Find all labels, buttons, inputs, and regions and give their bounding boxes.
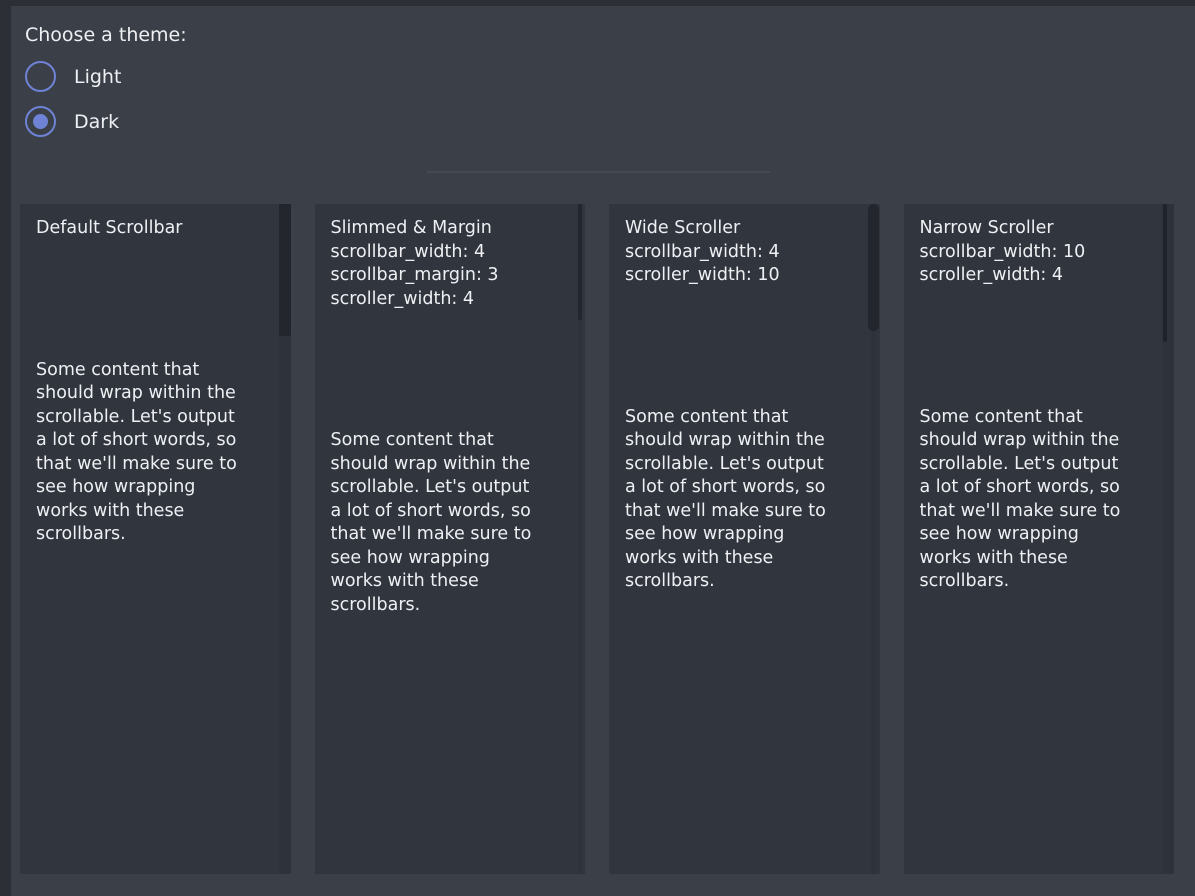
text-line: scrollbars. bbox=[331, 594, 558, 618]
text-line: scroller_width: 4 bbox=[331, 288, 558, 312]
text-line: should wrap within the bbox=[920, 429, 1147, 453]
panel-title: Wide Scroller bbox=[625, 217, 852, 241]
panel-content: Some content thatshould wrap within thes… bbox=[36, 359, 263, 547]
text-line: Some content that bbox=[36, 359, 263, 383]
panel-title: Slimmed & Margin bbox=[331, 217, 558, 241]
panel-spacer bbox=[36, 241, 263, 359]
panel-title: Narrow Scroller bbox=[920, 217, 1147, 241]
text-line: Some content that bbox=[331, 429, 558, 453]
panel-narrow-scroller: Narrow Scroller scrollbar_width: 10scrol… bbox=[904, 204, 1175, 874]
radio-dark-selected-dot bbox=[33, 114, 48, 129]
radio-option-light[interactable]: Light bbox=[25, 61, 121, 92]
text-line: scrollbars. bbox=[920, 570, 1147, 594]
text-line: should wrap within the bbox=[36, 382, 263, 406]
panel-content: Some content thatshould wrap within thes… bbox=[625, 406, 852, 594]
text-line: scrollbar_width: 4 bbox=[625, 241, 852, 265]
app-window: Choose a theme: Light Dark Default Scrol… bbox=[11, 6, 1195, 896]
panel-spacer bbox=[331, 311, 558, 429]
panel-content: Some content thatshould wrap within thes… bbox=[331, 429, 558, 617]
text-line: that we'll make sure to bbox=[36, 453, 263, 477]
text-line: works with these bbox=[36, 500, 263, 524]
panel-slimmed-margin: Slimmed & Margin scrollbar_width: 4scrol… bbox=[315, 204, 586, 874]
text-line: a lot of short words, so bbox=[36, 429, 263, 453]
text-line: works with these bbox=[331, 570, 558, 594]
text-line: scrollbars. bbox=[625, 570, 852, 594]
panel-content: Some content thatshould wrap within thes… bbox=[920, 406, 1147, 594]
text-line: scroller_width: 10 bbox=[625, 264, 852, 288]
text-line: see how wrapping bbox=[625, 523, 852, 547]
panel-spacer bbox=[625, 288, 852, 406]
panel-params: scrollbar_width: 4scrollbar_margin: 3scr… bbox=[331, 241, 558, 312]
radio-light-icon[interactable] bbox=[25, 61, 56, 92]
panel-default-scrollbar: Default Scrollbar Some content thatshoul… bbox=[20, 204, 291, 874]
window-frame: Choose a theme: Light Dark Default Scrol… bbox=[0, 0, 1195, 896]
text-line: works with these bbox=[920, 547, 1147, 571]
text-line: scrollbars. bbox=[36, 523, 263, 547]
text-line: a lot of short words, so bbox=[331, 500, 558, 524]
text-line: that we'll make sure to bbox=[331, 523, 558, 547]
theme-chooser: Choose a theme: Light Dark bbox=[11, 6, 1195, 137]
text-line: see how wrapping bbox=[36, 476, 263, 500]
text-line: a lot of short words, so bbox=[920, 476, 1147, 500]
text-line: Some content that bbox=[920, 406, 1147, 430]
text-line: scrollbar_width: 4 bbox=[331, 241, 558, 265]
text-line: scrollable. Let's output bbox=[920, 453, 1147, 477]
text-line: scrollable. Let's output bbox=[331, 476, 558, 500]
text-line: that we'll make sure to bbox=[625, 500, 852, 524]
text-line: scrollable. Let's output bbox=[36, 406, 263, 430]
panel-spacer bbox=[920, 288, 1147, 406]
radio-dark-icon[interactable] bbox=[25, 106, 56, 137]
radio-option-dark[interactable]: Dark bbox=[25, 106, 119, 137]
panel-params: scrollbar_width: 4scroller_width: 10 bbox=[625, 241, 852, 288]
text-line: should wrap within the bbox=[625, 429, 852, 453]
text-line: scrollbar_width: 10 bbox=[920, 241, 1147, 265]
scrollbar-thumb[interactable] bbox=[868, 204, 879, 331]
radio-dark-label: Dark bbox=[74, 111, 119, 133]
text-line: Some content that bbox=[625, 406, 852, 430]
text-line: scroller_width: 4 bbox=[920, 264, 1147, 288]
text-line: scrollable. Let's output bbox=[625, 453, 852, 477]
text-line: that we'll make sure to bbox=[920, 500, 1147, 524]
scrollbar-thumb[interactable] bbox=[279, 204, 291, 336]
text-line: should wrap within the bbox=[331, 453, 558, 477]
panel-wide-scroller: Wide Scroller scrollbar_width: 4scroller… bbox=[609, 204, 880, 874]
radio-light-label: Light bbox=[74, 66, 121, 88]
text-line: see how wrapping bbox=[331, 547, 558, 571]
text-line: a lot of short words, so bbox=[625, 476, 852, 500]
text-line: scrollbar_margin: 3 bbox=[331, 264, 558, 288]
scrollbar-demo-panels: Default Scrollbar Some content thatshoul… bbox=[20, 204, 1174, 874]
theme-chooser-label: Choose a theme: bbox=[25, 24, 1195, 46]
section-divider bbox=[427, 171, 770, 173]
scrollbar-thumb[interactable] bbox=[578, 204, 582, 320]
panel-params: scrollbar_width: 10scroller_width: 4 bbox=[920, 241, 1147, 288]
text-line: see how wrapping bbox=[920, 523, 1147, 547]
panel-title: Default Scrollbar bbox=[36, 217, 263, 241]
scrollbar-thumb[interactable] bbox=[1163, 204, 1167, 342]
text-line: works with these bbox=[625, 547, 852, 571]
